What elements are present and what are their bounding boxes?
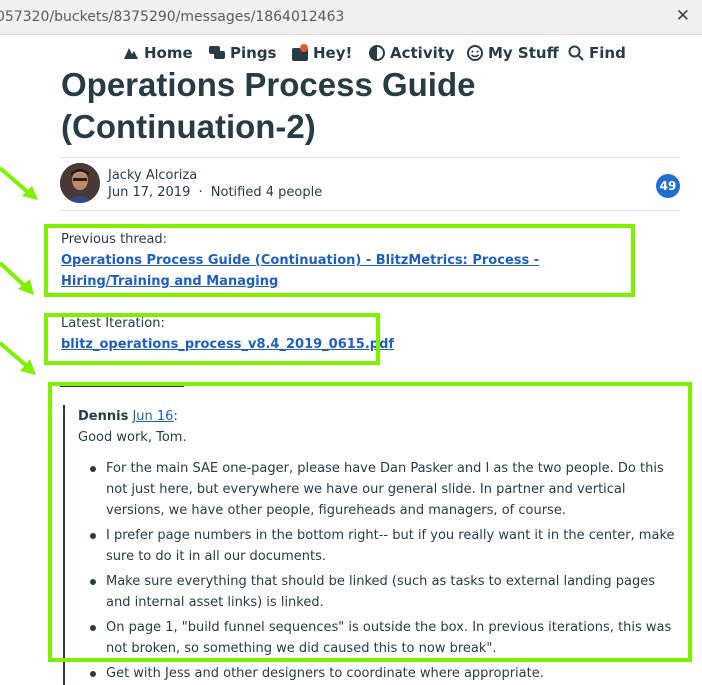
home-icon [124, 48, 138, 59]
author-name[interactable]: Jacky Alcoriza [108, 168, 197, 183]
nav-home[interactable]: Home [122, 44, 193, 62]
avatar[interactable] [60, 163, 100, 203]
search-icon [568, 45, 584, 61]
activity-icon [369, 45, 385, 61]
nav-hey[interactable]: Hey! [291, 44, 352, 62]
nav-activity-label: Activity [390, 44, 455, 62]
nav-home-label: Home [144, 44, 193, 62]
list-item: Get with Jess and other designers to coo… [90, 663, 678, 684]
nav-activity[interactable]: Activity [368, 44, 455, 62]
nav-find-label: Find [589, 44, 626, 62]
nav-mystuff[interactable]: My Stuff [466, 44, 559, 62]
pings-icon [209, 46, 225, 59]
avatar-photo-icon [60, 163, 100, 203]
annotation-arrow-icon [0, 166, 38, 200]
meta-separator: · [198, 185, 203, 200]
comment-count-badge[interactable]: 49 [656, 174, 680, 198]
url-text[interactable]: 057320/buckets/8375290/messages/18640124… [0, 9, 344, 25]
highlight-box-quote [48, 382, 692, 662]
post-date: Jun 17, 2019 [108, 185, 191, 200]
highlight-box-previous-thread [44, 224, 635, 297]
page-title: Operations Process Guide (Continuation-2… [61, 66, 476, 145]
annotation-arrow-icon [0, 261, 34, 295]
nav-mystuff-label: My Stuff [488, 44, 559, 62]
post-date-line: Jun 17, 2019 · Notified 4 people [108, 185, 322, 200]
highlight-box-latest-iteration [44, 313, 380, 365]
notified-count[interactable]: Notified 4 people [211, 185, 322, 200]
smiley-icon [467, 45, 483, 61]
hey-icon [292, 44, 308, 61]
browser-url-bar[interactable]: 057320/buckets/8375290/messages/18640124… [0, 0, 702, 35]
annotation-arrow-icon [0, 341, 36, 375]
nav-hey-label: Hey! [313, 44, 353, 62]
close-icon[interactable]: ✕ [676, 6, 690, 26]
nav-find[interactable]: Find [567, 44, 626, 62]
nav-pings[interactable]: Pings [208, 44, 276, 62]
nav-pings-label: Pings [230, 44, 277, 62]
post-meta: Jacky Alcoriza Jun 17, 2019 · Notified 4… [60, 157, 680, 211]
